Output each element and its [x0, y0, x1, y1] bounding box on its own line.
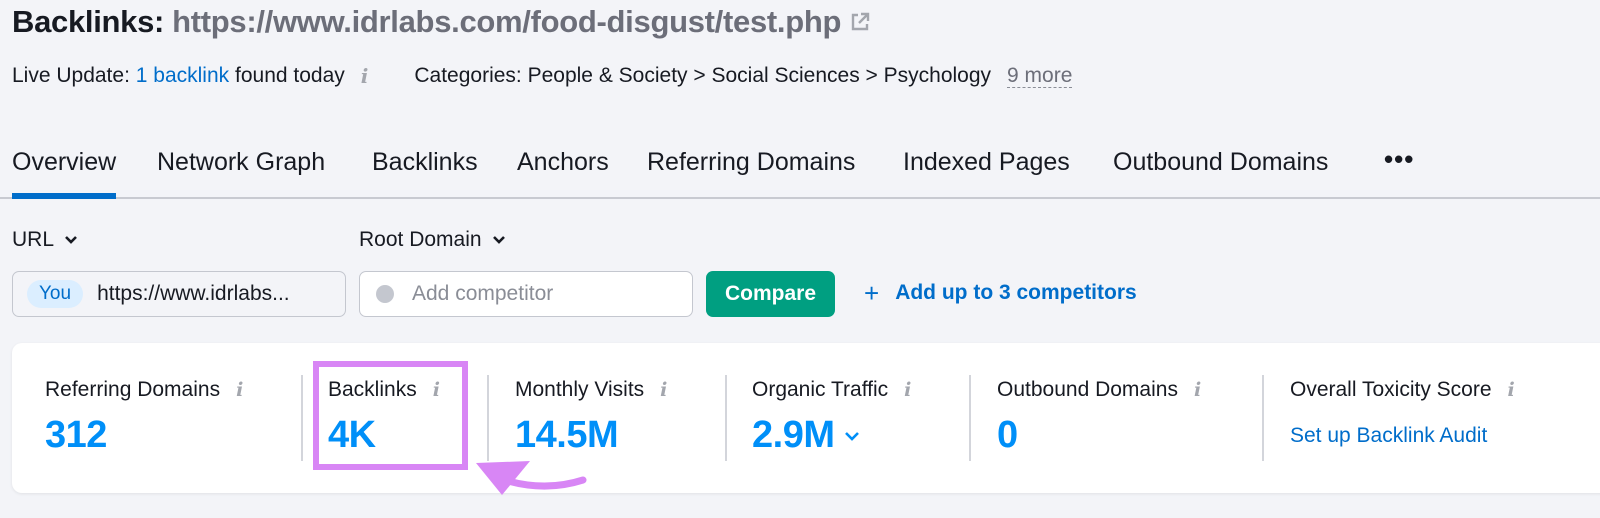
more-tabs-icon[interactable]: ••• [1384, 144, 1414, 175]
metric-label: Referring Domains [45, 378, 221, 401]
scope-selector-label: URL [12, 228, 55, 251]
metric-label: Outbound Domains [997, 378, 1178, 401]
chevron-down-icon [492, 236, 505, 244]
info-icon[interactable]: i [1194, 379, 1201, 401]
metric-toxicity-score: Overall Toxicity Score i Set up Backlink … [1290, 378, 1515, 448]
chevron-down-icon[interactable] [844, 431, 860, 441]
chevron-down-icon [65, 236, 77, 244]
metric-outbound-domains[interactable]: Outbound Domains i 0 [997, 378, 1201, 457]
tab-bar: Overview Network Graph Backlinks Anchors… [0, 138, 1600, 199]
divider [1262, 375, 1264, 461]
info-icon[interactable]: i [361, 64, 369, 88]
external-link-icon[interactable] [849, 11, 871, 33]
plus-icon: + [864, 278, 880, 308]
tab-backlinks[interactable]: Backlinks [372, 148, 478, 177]
live-update-backlink-link[interactable]: 1 backlink [136, 64, 229, 88]
tab-indexed-pages[interactable]: Indexed Pages [903, 148, 1070, 177]
meta-row: Live Update: 1 backlink found today i Ca… [12, 64, 1073, 88]
metric-value[interactable]: 0 [997, 414, 1201, 457]
you-badge: You [27, 280, 84, 308]
your-url-value: https://www.idrlabs... [97, 282, 290, 305]
metrics-card: Referring Domains i 312 Backlinks i 4K Mon… [12, 343, 1600, 493]
more-categories-link[interactable]: 9 more [1007, 64, 1073, 88]
setup-backlink-audit-link[interactable]: Set up Backlink Audit [1290, 424, 1515, 448]
competitor-input[interactable] [412, 282, 672, 306]
tab-network-graph[interactable]: Network Graph [157, 148, 325, 177]
metric-label: Monthly Visits [515, 378, 645, 401]
metric-referring-domains[interactable]: Referring Domains i 312 [45, 378, 243, 457]
your-url-field[interactable]: You https://www.idrlabs... [12, 271, 346, 317]
categories-text: Categories: People & Society > Social Sc… [414, 64, 992, 87]
compare-button[interactable]: Compare [706, 271, 835, 317]
competitor-color-dot-icon [376, 285, 394, 303]
metric-value[interactable]: 2.9M [752, 414, 835, 457]
tab-anchors[interactable]: Anchors [517, 148, 609, 177]
metric-organic-traffic[interactable]: Organic Traffic i 2.9M [752, 378, 911, 457]
divider [725, 375, 727, 461]
metric-value[interactable]: 4K [328, 414, 440, 457]
domain-selector-label: Root Domain [359, 228, 482, 251]
live-update-suffix: found today [235, 64, 345, 87]
domain-selector[interactable]: Root Domain [359, 228, 506, 252]
page-title: Backlinks: https://www.idrlabs.com/food-… [12, 4, 871, 40]
metric-value[interactable]: 312 [45, 414, 243, 457]
divider [487, 375, 489, 461]
tab-referring-domains[interactable]: Referring Domains [647, 148, 855, 177]
metric-label: Backlinks [328, 378, 417, 401]
info-icon[interactable]: i [433, 379, 440, 401]
add-competitors-link[interactable]: + Add up to 3 competitors [864, 278, 1137, 308]
tab-overview[interactable]: Overview [12, 148, 117, 199]
metric-value[interactable]: 14.5M [515, 414, 667, 457]
scope-selector[interactable]: URL [12, 228, 78, 252]
divider [301, 375, 303, 461]
info-icon[interactable]: i [236, 379, 243, 401]
page-title-label: Backlinks: [12, 4, 165, 39]
info-icon[interactable]: i [904, 379, 911, 401]
backlinks-overview-page: Backlinks: https://www.idrlabs.com/food-… [0, 0, 1600, 518]
info-icon[interactable]: i [1508, 379, 1515, 401]
divider [969, 375, 971, 461]
tab-outbound-domains[interactable]: Outbound Domains [1113, 148, 1328, 177]
live-update-prefix: Live Update: [12, 64, 130, 87]
competitor-field[interactable] [359, 271, 693, 317]
add-competitors-label: Add up to 3 competitors [895, 281, 1137, 304]
analyzed-url: https://www.idrlabs.com/food-disgust/tes… [172, 4, 842, 39]
metric-backlinks[interactable]: Backlinks i 4K [328, 378, 440, 457]
metric-label: Organic Traffic [752, 378, 889, 401]
info-icon[interactable]: i [660, 379, 667, 401]
metric-label: Overall Toxicity Score [1290, 378, 1492, 401]
metric-monthly-visits[interactable]: Monthly Visits i 14.5M [515, 378, 667, 457]
